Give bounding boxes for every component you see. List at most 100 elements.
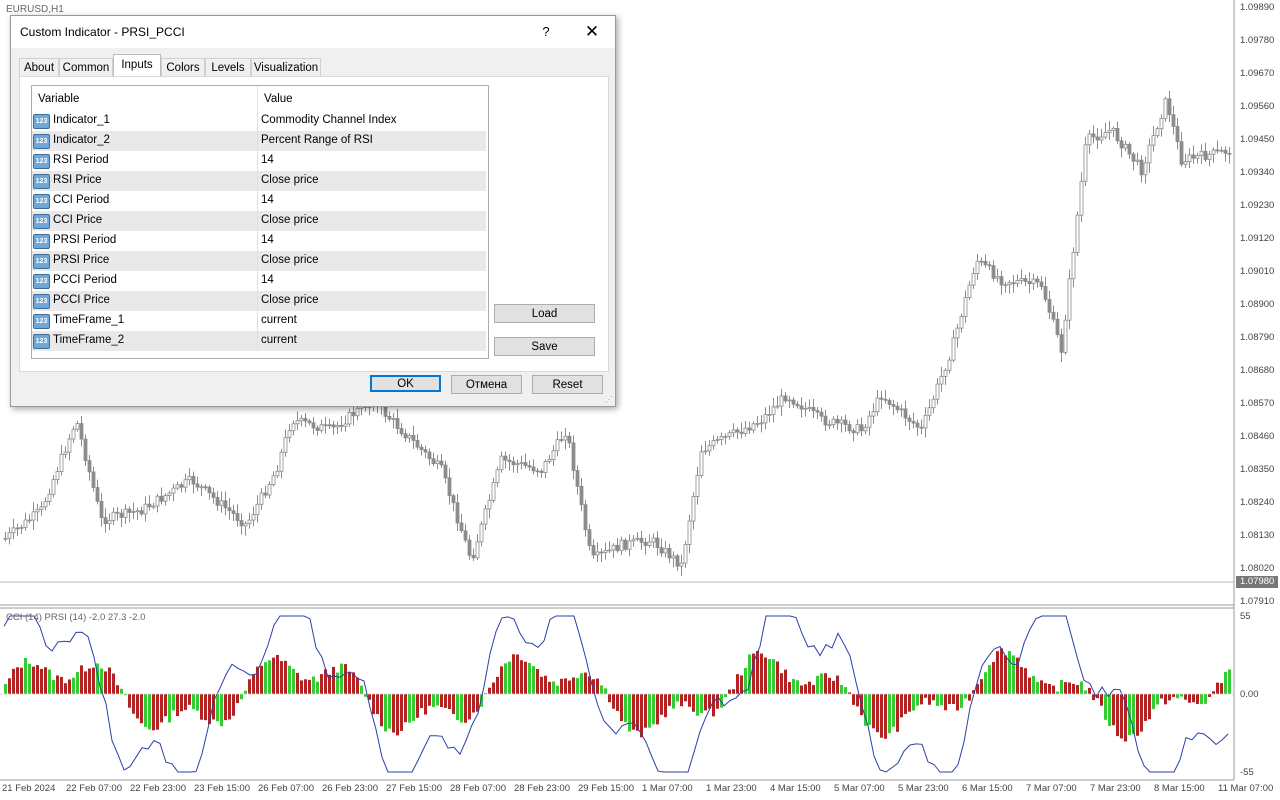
- candle: [23, 512, 28, 531]
- histogram-bar: [456, 694, 459, 721]
- histogram-bar: [236, 694, 239, 704]
- table-row[interactable]: 123 CCI Price Close price: [32, 211, 486, 232]
- indicator-axis-zero: 0.00: [1240, 689, 1259, 700]
- ok-button[interactable]: OK: [370, 375, 441, 392]
- candle: [1167, 90, 1172, 123]
- resize-grip-icon[interactable]: ⋰: [605, 395, 613, 404]
- candle: [839, 416, 844, 433]
- input-variable: Indicator_1: [53, 114, 110, 126]
- histogram-bar: [136, 694, 139, 719]
- histogram-bar: [696, 694, 699, 716]
- table-row[interactable]: 123 PCCI Price Close price: [32, 291, 486, 312]
- table-row[interactable]: 123 Indicator_1 Commodity Channel Index: [32, 111, 486, 132]
- histogram-bar: [956, 694, 959, 711]
- tab-visualization[interactable]: Visualization: [251, 58, 321, 77]
- save-button[interactable]: Save: [494, 337, 595, 356]
- histogram-bar: [984, 672, 987, 694]
- cancel-button[interactable]: Отмена: [451, 375, 522, 394]
- histogram-bar: [688, 694, 691, 707]
- input-value[interactable]: Close price: [261, 214, 319, 226]
- input-value[interactable]: Commodity Channel Index: [261, 114, 397, 126]
- candle: [315, 425, 320, 436]
- tab-inputs[interactable]: Inputs: [113, 54, 161, 77]
- integer-type-icon: 123: [33, 174, 50, 189]
- table-row[interactable]: 123 RSI Price Close price: [32, 171, 486, 192]
- candle: [1007, 280, 1012, 294]
- histogram-bar: [768, 658, 771, 694]
- histogram-bar: [928, 694, 931, 705]
- candle: [447, 468, 452, 505]
- table-row[interactable]: 123 PRSI Period 14: [32, 231, 486, 252]
- input-variable: CCI Period: [53, 194, 110, 206]
- indicator-axis-top: 55: [1240, 611, 1251, 622]
- tab-colors[interactable]: Colors: [161, 58, 205, 77]
- histogram-bar: [1064, 682, 1067, 694]
- table-row[interactable]: 123 PCCI Period 14: [32, 271, 486, 292]
- candle: [271, 471, 276, 487]
- candle: [139, 506, 144, 517]
- input-value[interactable]: current: [261, 314, 297, 326]
- table-row[interactable]: 123 PRSI Price Close price: [32, 251, 486, 272]
- time-tick: 26 Feb 07:00: [258, 783, 314, 794]
- histogram-bar: [376, 694, 379, 715]
- inputs-table[interactable]: Variable Value 123 Indicator_1 Commodity C…: [31, 85, 489, 359]
- histogram-bar: [612, 694, 615, 709]
- candle: [939, 366, 944, 392]
- tab-levels[interactable]: Levels: [205, 58, 251, 77]
- candle: [163, 493, 168, 506]
- help-button[interactable]: ?: [536, 22, 556, 42]
- candle: [559, 431, 564, 443]
- input-value[interactable]: 14: [261, 194, 274, 206]
- table-row[interactable]: 123 TimeFrame_2 current: [32, 331, 486, 352]
- histogram-bar: [460, 694, 463, 723]
- candle: [759, 415, 764, 433]
- table-row[interactable]: 123 Indicator_2 Percent Range of RSI: [32, 131, 486, 152]
- candle: [395, 409, 400, 435]
- candle: [411, 425, 416, 449]
- tab-about[interactable]: About: [19, 58, 59, 77]
- histogram-bar: [488, 687, 491, 694]
- custom-indicator-dialog: Custom Indicator - PRSI_PCCI ? ✕ About C…: [10, 15, 616, 407]
- close-icon[interactable]: ✕: [579, 20, 605, 44]
- histogram-bar: [540, 676, 543, 694]
- candle: [199, 484, 204, 497]
- candle: [751, 421, 756, 434]
- input-value[interactable]: 14: [261, 154, 274, 166]
- input-value[interactable]: 14: [261, 274, 274, 286]
- candle: [899, 404, 904, 417]
- candle: [483, 504, 488, 531]
- histogram-bar: [996, 651, 999, 694]
- table-row[interactable]: 123 CCI Period 14: [32, 191, 486, 212]
- histogram-bar: [28, 663, 31, 694]
- input-value[interactable]: current: [261, 334, 297, 346]
- histogram-bar: [800, 685, 803, 694]
- input-value[interactable]: Percent Range of RSI: [261, 134, 373, 146]
- histogram-bar: [712, 694, 715, 717]
- time-tick: 6 Mar 15:00: [962, 783, 1013, 794]
- reset-button[interactable]: Reset: [532, 375, 603, 394]
- input-value[interactable]: Close price: [261, 174, 319, 186]
- candle: [67, 433, 72, 461]
- input-value[interactable]: 14: [261, 234, 274, 246]
- candle: [731, 423, 736, 438]
- candle: [1027, 272, 1032, 294]
- table-row[interactable]: 123 TimeFrame_1 current: [32, 311, 486, 332]
- candle: [879, 390, 884, 410]
- candle: [443, 460, 448, 484]
- indicator-label: CCI (14) PRSI (14) -2.0 27.3 -2.0: [6, 612, 146, 623]
- time-tick: 21 Feb 2024: [2, 783, 56, 794]
- candle: [143, 496, 148, 522]
- candle: [1071, 247, 1076, 288]
- candle: [439, 454, 444, 468]
- input-value[interactable]: Close price: [261, 294, 319, 306]
- histogram-bar: [32, 666, 35, 694]
- candle: [967, 280, 972, 300]
- histogram-bar: [776, 661, 779, 694]
- input-value[interactable]: Close price: [261, 254, 319, 266]
- tab-common[interactable]: Common: [59, 58, 113, 77]
- table-row[interactable]: 123 RSI Period 14: [32, 151, 486, 172]
- chart-symbol-label: EURUSD,H1: [6, 4, 64, 15]
- input-variable: Indicator_2: [53, 134, 110, 146]
- dialog-title-bar[interactable]: Custom Indicator - PRSI_PCCI ? ✕: [11, 16, 615, 48]
- load-button[interactable]: Load: [494, 304, 595, 323]
